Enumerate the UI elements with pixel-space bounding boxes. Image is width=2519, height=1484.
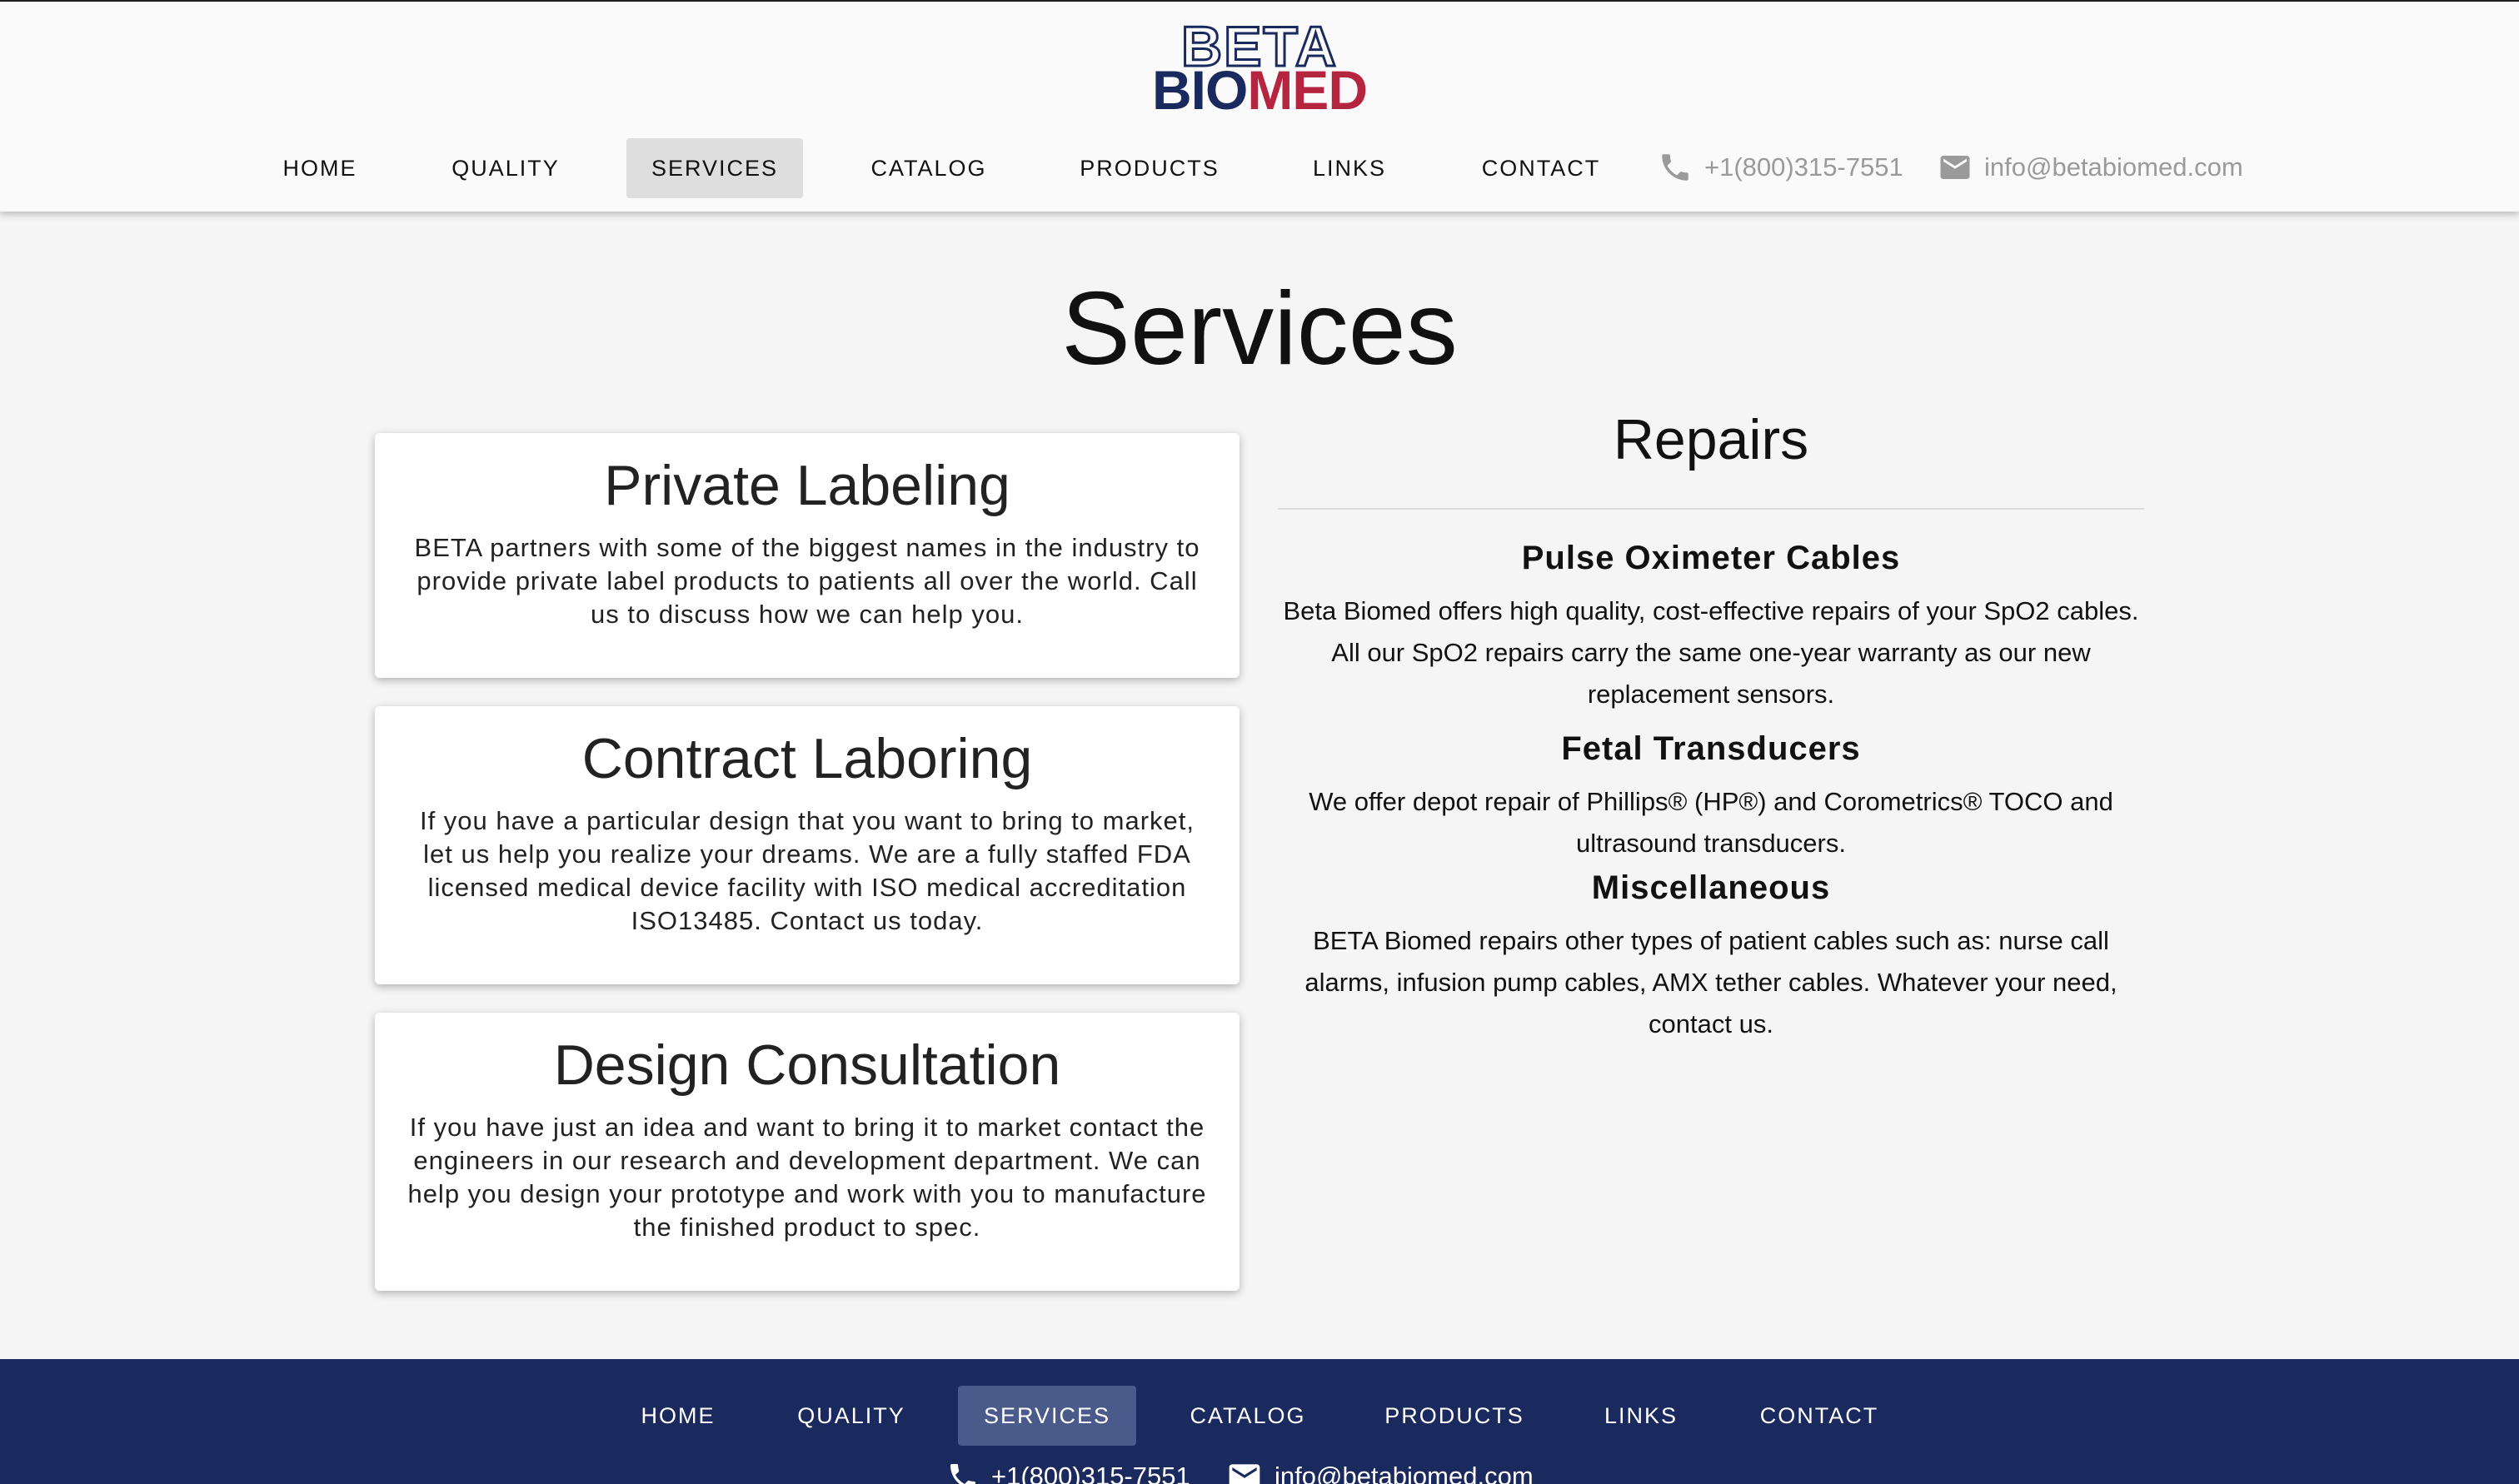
nav-products[interactable]: PRODUCTS xyxy=(1055,138,1245,198)
footer-phone-text: +1(800)315-7551 xyxy=(991,1462,1190,1484)
logo-med: MED xyxy=(1247,59,1368,121)
card-body: If you have just an idea and want to bri… xyxy=(407,1113,1207,1242)
email-icon xyxy=(1229,1464,1260,1484)
email-icon xyxy=(1940,156,1970,179)
footer-nav-home[interactable]: HOME xyxy=(613,1386,743,1446)
repairs-body-miscellaneous: BETA Biomed repairs other types of patie… xyxy=(1304,926,2117,1038)
repairs-body-pulse-oximeter: Beta Biomed offers high quality, cost-ef… xyxy=(1283,596,2139,709)
repairs-heading-miscellaneous: Miscellaneous xyxy=(1591,869,1831,906)
service-card-design-consultation: Design Consultation If you have just an … xyxy=(375,1013,1240,1291)
footer-nav-quality[interactable]: QUALITY xyxy=(781,1386,921,1446)
footer-email-link[interactable]: info@betabiomed.com xyxy=(1226,1456,1534,1484)
header-email-text: info@betabiomed.com xyxy=(1984,152,2243,182)
repairs-section: Repairs Pulse Oximeter Cables Beta Biome… xyxy=(1269,400,2152,1045)
repairs-heading-pulse-oximeter: Pulse Oximeter Cables xyxy=(1521,540,1901,576)
main-nav: HOME QUALITY SERVICES CATALOG PRODUCTS L… xyxy=(0,138,2519,198)
card-body: If you have a particular design that you… xyxy=(419,806,1195,935)
site-header: BETA BIOMED HOME QUALITY SERVICES CATALO… xyxy=(0,2,2519,212)
service-card-contract-laboring: Contract Laboring If you have a particul… xyxy=(375,706,1240,984)
footer-nav-contact[interactable]: CONTACT xyxy=(1733,1386,1906,1446)
nav-home[interactable]: HOME xyxy=(255,138,385,198)
footer-nav-catalog[interactable]: CATALOG xyxy=(1171,1386,1324,1446)
card-title: Design Consultation xyxy=(553,1033,1061,1097)
card-title: Private Labeling xyxy=(604,454,1010,517)
footer-nav-services[interactable]: SERVICES xyxy=(958,1386,1136,1446)
phone-icon xyxy=(1662,154,1688,181)
nav-contact[interactable]: CONTACT xyxy=(1454,138,1628,198)
footer-email-text: info@betabiomed.com xyxy=(1274,1462,1534,1484)
header-phone-link[interactable]: +1(800)315-7551 xyxy=(1658,147,1903,188)
repairs-title: Repairs xyxy=(1613,408,1809,471)
logo-line-biomed: BIOMED xyxy=(1140,62,1379,117)
nav-quality[interactable]: QUALITY xyxy=(435,138,576,198)
brand-logo[interactable]: BETA BIOMED xyxy=(1140,17,1379,118)
phone-icon xyxy=(950,1464,975,1484)
footer-phone-link[interactable]: +1(800)315-7551 xyxy=(946,1456,1190,1484)
nav-links[interactable]: LINKS xyxy=(1294,138,1404,198)
header-email-link[interactable]: info@betabiomed.com xyxy=(1938,147,2243,188)
footer-nav-products[interactable]: PRODUCTS xyxy=(1359,1386,1549,1446)
service-card-private-labeling: Private Labeling BETA partners with some… xyxy=(375,433,1240,678)
repairs-divider xyxy=(1278,508,2144,510)
card-title: Contract Laboring xyxy=(581,727,1033,790)
site-footer: HOME QUALITY SERVICES CATALOG PRODUCTS L… xyxy=(0,1359,2519,1484)
nav-services[interactable]: SERVICES xyxy=(626,138,803,198)
footer-nav-links[interactable]: LINKS xyxy=(1586,1386,1696,1446)
header-phone-text: +1(800)315-7551 xyxy=(1704,152,1903,182)
repairs-heading-fetal-transducers: Fetal Transducers xyxy=(1561,730,1861,767)
page-title: Services xyxy=(1061,271,1458,386)
logo-bio: BIO xyxy=(1151,59,1248,121)
repairs-body-fetal-transducers: We offer depot repair of Phillips® (HP®)… xyxy=(1309,787,2113,858)
card-body: BETA partners with some of the biggest n… xyxy=(414,533,1200,629)
nav-catalog[interactable]: CATALOG xyxy=(853,138,1005,198)
